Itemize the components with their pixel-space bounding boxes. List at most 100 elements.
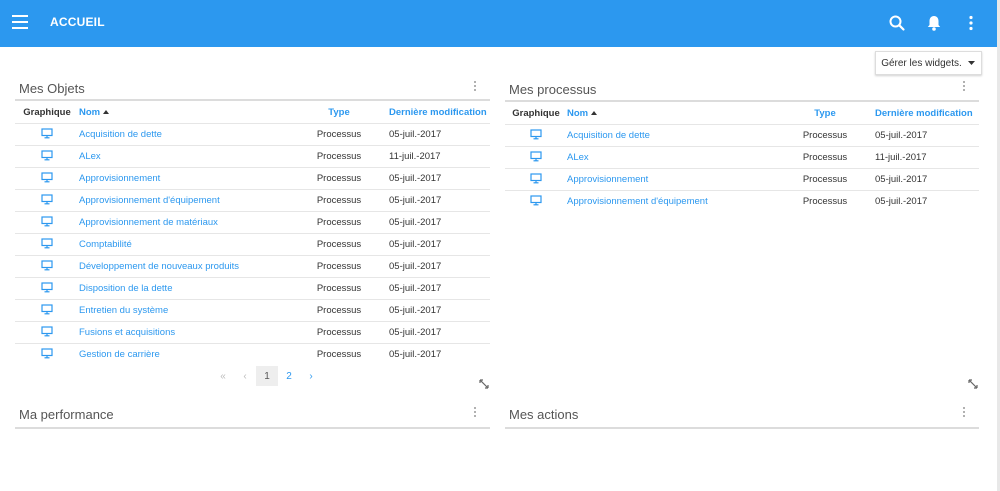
row-graphic-cell bbox=[505, 168, 567, 191]
row-name-cell: Approvisionnement bbox=[567, 168, 775, 191]
pagination: « ‹ 1 2 › bbox=[212, 366, 322, 386]
next-page-button[interactable]: › bbox=[300, 366, 322, 386]
monitor-icon[interactable] bbox=[530, 128, 542, 143]
monitor-icon[interactable] bbox=[41, 193, 53, 208]
expand-icon[interactable] bbox=[479, 376, 489, 389]
row-graphic-cell bbox=[505, 124, 567, 147]
prev-page-button[interactable]: ‹ bbox=[234, 366, 256, 386]
row-name-link[interactable]: Acquisition de dette bbox=[567, 130, 650, 141]
table-row[interactable]: Approvisionnement Processus 05-juil.-2017 bbox=[15, 167, 490, 190]
row-type-cell: Processus bbox=[289, 255, 389, 278]
page-1-button[interactable]: 1 bbox=[256, 366, 278, 386]
row-date-cell: 05-juil.-2017 bbox=[389, 233, 490, 256]
row-name-link[interactable]: Entretien du système bbox=[79, 305, 168, 316]
table-row[interactable]: Fusions et acquisitions Processus 05-juil.… bbox=[15, 321, 490, 344]
monitor-icon[interactable] bbox=[41, 347, 53, 362]
column-header-name[interactable]: Nom bbox=[567, 102, 775, 125]
widget-divider bbox=[505, 427, 979, 429]
table-row[interactable]: Acquisition de dette Processus 05-juil.-20… bbox=[15, 123, 490, 146]
app-header: ACCUEIL bbox=[0, 0, 997, 47]
row-name-cell: Disposition de la dette bbox=[79, 277, 289, 300]
monitor-icon[interactable] bbox=[41, 171, 53, 186]
row-type-cell: Processus bbox=[775, 124, 875, 147]
table-row[interactable]: Acquisition de dette Processus 05-juil.-20… bbox=[505, 124, 979, 147]
row-date-cell: 05-juil.-2017 bbox=[389, 123, 490, 146]
monitor-icon[interactable] bbox=[41, 303, 53, 318]
column-header-type[interactable]: Type bbox=[775, 102, 875, 125]
table-row[interactable]: Disposition de la dette Processus 05-juil.… bbox=[15, 277, 490, 300]
row-name-link[interactable]: Approvisionnement de matériaux bbox=[79, 217, 218, 228]
row-date-cell: 05-juil.-2017 bbox=[389, 299, 490, 322]
row-name-link[interactable]: Acquisition de dette bbox=[79, 129, 162, 140]
page-2-button[interactable]: 2 bbox=[278, 366, 300, 386]
row-name-cell: Entretien du système bbox=[79, 299, 289, 322]
monitor-icon[interactable] bbox=[41, 325, 53, 340]
row-name-link[interactable]: Approvisionnement bbox=[567, 174, 648, 185]
bell-icon[interactable] bbox=[924, 13, 944, 33]
monitor-icon[interactable] bbox=[41, 215, 53, 230]
row-name-link[interactable]: ALex bbox=[567, 152, 589, 163]
monitor-icon[interactable] bbox=[41, 281, 53, 296]
monitor-icon[interactable] bbox=[41, 127, 53, 142]
monitor-icon[interactable] bbox=[41, 237, 53, 252]
row-type-cell: Processus bbox=[289, 343, 389, 365]
table-row[interactable]: Approvisionnement Processus 05-juil.-2017 bbox=[505, 168, 979, 191]
row-name-link[interactable]: Disposition de la dette bbox=[79, 283, 172, 294]
table-row[interactable]: Comptabilité Processus 05-juil.-2017 bbox=[15, 233, 490, 256]
table-row[interactable]: Entretien du système Processus 05-juil.-20… bbox=[15, 299, 490, 322]
monitor-icon[interactable] bbox=[41, 259, 53, 274]
monitor-icon[interactable] bbox=[41, 149, 53, 164]
column-header-graphic: Graphique bbox=[23, 106, 71, 118]
row-name-link[interactable]: Développement de nouveaux produits bbox=[79, 261, 239, 272]
row-name-cell: Gestion de carrière bbox=[79, 343, 289, 365]
monitor-icon[interactable] bbox=[530, 194, 542, 209]
row-type-cell: Processus bbox=[289, 321, 389, 344]
row-graphic-cell bbox=[505, 190, 567, 212]
first-page-button[interactable]: « bbox=[212, 366, 234, 386]
column-header-modified[interactable]: Dernière modification bbox=[875, 102, 979, 125]
row-graphic-cell bbox=[15, 145, 79, 168]
row-name-link[interactable]: Approvisionnement bbox=[79, 173, 160, 184]
table-row[interactable]: ALex Processus 11-juil.-2017 bbox=[15, 145, 490, 168]
row-name-link[interactable]: Approvisionnement d'équipement bbox=[567, 196, 708, 207]
column-header-modified[interactable]: Dernière modification bbox=[389, 101, 490, 124]
row-name-link[interactable]: Fusions et acquisitions bbox=[79, 327, 175, 338]
menu-icon[interactable] bbox=[12, 15, 28, 29]
row-graphic-cell bbox=[15, 123, 79, 146]
widget-menu-icon[interactable] bbox=[472, 407, 478, 421]
table-row[interactable]: Gestion de carrière Processus 05-juil.-201… bbox=[15, 343, 490, 365]
row-graphic-cell bbox=[15, 189, 79, 212]
widget-title: Mes actions bbox=[509, 407, 579, 422]
column-header-graphic: Graphique bbox=[512, 107, 560, 119]
table-row[interactable]: Développement de nouveaux produits Proces… bbox=[15, 255, 490, 278]
row-date-cell: 05-juil.-2017 bbox=[875, 168, 979, 191]
column-header-type[interactable]: Type bbox=[289, 101, 389, 124]
column-header-name-label: Nom bbox=[79, 106, 101, 118]
expand-icon[interactable] bbox=[968, 376, 978, 389]
table-row[interactable]: Approvisionnement d'équipement Processus 0… bbox=[15, 189, 490, 212]
row-name-link[interactable]: Comptabilité bbox=[79, 239, 132, 250]
table-header-row: Graphique Nom Type Dernière modification bbox=[505, 102, 979, 125]
row-name-link[interactable]: ALex bbox=[79, 151, 101, 162]
table-row[interactable]: Approvisionnement de matériaux Processus 0… bbox=[15, 211, 490, 234]
column-header-name[interactable]: Nom bbox=[79, 101, 289, 124]
widget-menu-icon[interactable] bbox=[961, 407, 967, 421]
widget-menu-icon[interactable] bbox=[472, 81, 478, 95]
row-type-cell: Processus bbox=[289, 233, 389, 256]
search-icon[interactable] bbox=[887, 13, 907, 33]
monitor-icon[interactable] bbox=[530, 172, 542, 187]
row-name-cell: Acquisition de dette bbox=[567, 124, 775, 147]
row-date-cell: 05-juil.-2017 bbox=[389, 211, 490, 234]
row-type-cell: Processus bbox=[775, 146, 875, 169]
more-vert-icon[interactable] bbox=[961, 13, 981, 33]
widget-mes-actions: Mes actions bbox=[505, 407, 979, 437]
monitor-icon[interactable] bbox=[530, 150, 542, 165]
objects-table: Graphique Nom Type Dernière modification… bbox=[15, 101, 490, 365]
manage-widgets-button[interactable]: Gérer les widgets. bbox=[875, 51, 982, 75]
row-name-link[interactable]: Gestion de carrière bbox=[79, 349, 160, 360]
row-name-link[interactable]: Approvisionnement d'équipement bbox=[79, 195, 220, 206]
table-row[interactable]: ALex Processus 11-juil.-2017 bbox=[505, 146, 979, 169]
widget-menu-icon[interactable] bbox=[961, 81, 967, 95]
row-type-cell: Processus bbox=[289, 145, 389, 168]
table-row[interactable]: Approvisionnement d'équipement Processus 0… bbox=[505, 190, 979, 212]
